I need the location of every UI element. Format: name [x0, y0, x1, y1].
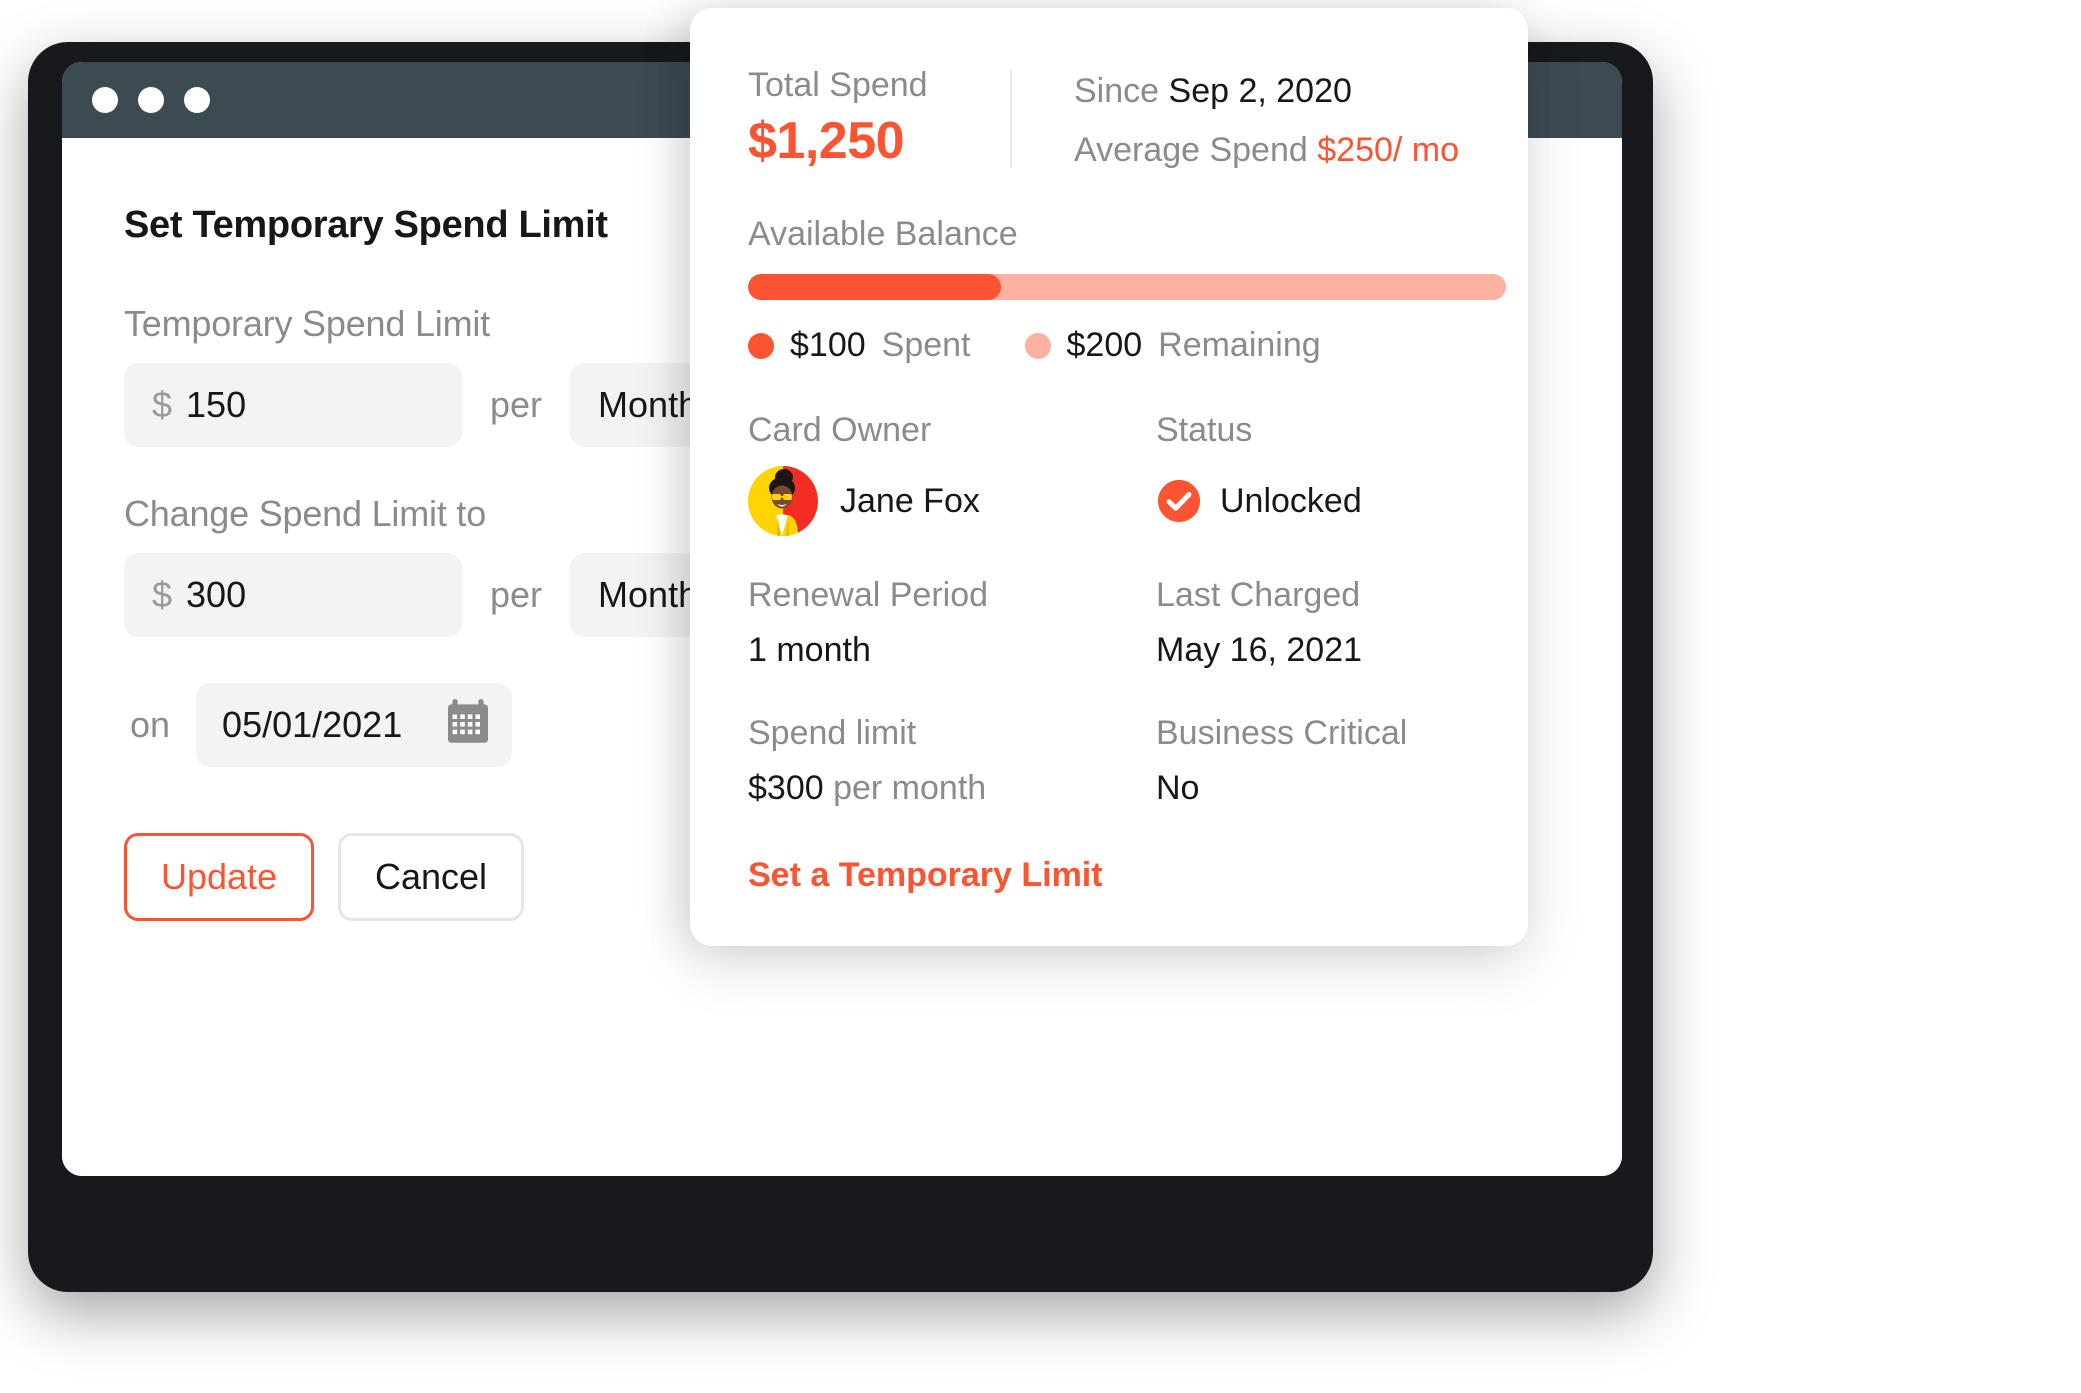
zoom-icon[interactable] [184, 87, 210, 113]
remaining-amount: $200 [1066, 326, 1143, 364]
spent-dot-icon [748, 332, 774, 359]
available-balance-label: Available Balance [748, 215, 1018, 253]
average-spend-line: Average Spend $250/ mo [1074, 131, 1459, 170]
minimize-icon[interactable] [138, 87, 164, 113]
effective-date-value: 05/01/2021 [222, 704, 403, 745]
calendar-icon[interactable] [446, 698, 490, 753]
total-spend-label: Total Spend [748, 66, 928, 104]
status-badge: Unlocked [1156, 466, 1498, 536]
card-owner-name: Jane Fox [840, 481, 980, 520]
on-label: on [130, 704, 171, 745]
balance-bar-spent-fill [748, 274, 1001, 300]
card-detail-panel: Total Spend $1,250 Since Sep 2, 2020 Ave… [690, 8, 1528, 946]
card-info-grid: Card Owner Status Jane Fox Unlocked Rene… [748, 411, 1498, 852]
business-critical-label: Business Critical [1156, 714, 1408, 752]
update-button[interactable]: Update [124, 833, 314, 921]
last-charged-label: Last Charged [1156, 576, 1361, 614]
temporary-spend-limit-input[interactable]: $ 150 [124, 363, 462, 447]
renewal-period-value: 1 month [748, 631, 871, 669]
spend-summary: Total Spend $1,250 Since Sep 2, 2020 Ave… [748, 66, 1498, 171]
change-spend-limit-input[interactable]: $ 300 [124, 553, 462, 637]
effective-date-input[interactable]: 05/01/2021 [196, 683, 513, 767]
set-temporary-limit-link[interactable]: Set a Temporary Limit [748, 856, 1103, 895]
status-label: Status [1156, 411, 1253, 449]
total-spend-value: $1,250 [748, 112, 905, 170]
per-label-2: per [490, 574, 543, 615]
screenshot-stage: Set Temporary Spend Limit Temporary Spen… [0, 0, 2081, 1393]
change-spend-limit-value: 300 [186, 574, 247, 615]
per-label-1: per [490, 384, 543, 425]
temporary-spend-limit-value: 150 [186, 384, 247, 425]
currency-symbol: $ [152, 384, 173, 425]
status-text: Unlocked [1220, 481, 1362, 520]
business-critical-value: No [1156, 769, 1200, 807]
spent-label: Spent [881, 326, 971, 364]
spend-limit-amount: $300 [748, 769, 824, 807]
cancel-button[interactable]: Cancel [338, 833, 524, 921]
spend-limit-value: $300 per month [748, 769, 1156, 808]
balance-legend: $100 Spent $200 Remaining [748, 326, 1498, 365]
total-spend-block: Total Spend $1,250 [748, 66, 1010, 171]
available-balance-bar [748, 274, 1506, 300]
card-owner-value: Jane Fox [748, 466, 1156, 536]
close-icon[interactable] [92, 87, 118, 113]
since-label: Since [1074, 72, 1160, 110]
currency-symbol: $ [152, 574, 173, 615]
card-owner-label: Card Owner [748, 411, 932, 449]
spend-meta-block: Since Sep 2, 2020 Average Spend $250/ mo [1012, 66, 1459, 170]
spent-amount: $100 [790, 326, 866, 364]
remaining-label: Remaining [1158, 326, 1321, 364]
remaining-dot-icon [1024, 332, 1051, 359]
average-spend-value: $250/ mo [1317, 131, 1460, 169]
renewal-period-label: Renewal Period [748, 576, 989, 614]
check-circle-icon [1156, 478, 1202, 524]
last-charged-value: May 16, 2021 [1156, 631, 1363, 669]
since-date: Sep 2, 2020 [1168, 72, 1352, 110]
since-line: Since Sep 2, 2020 [1074, 72, 1459, 111]
average-spend-label: Average Spend [1074, 131, 1308, 169]
spend-limit-unit: per month [833, 769, 987, 807]
avatar [748, 466, 818, 536]
spend-limit-label: Spend limit [748, 714, 917, 752]
